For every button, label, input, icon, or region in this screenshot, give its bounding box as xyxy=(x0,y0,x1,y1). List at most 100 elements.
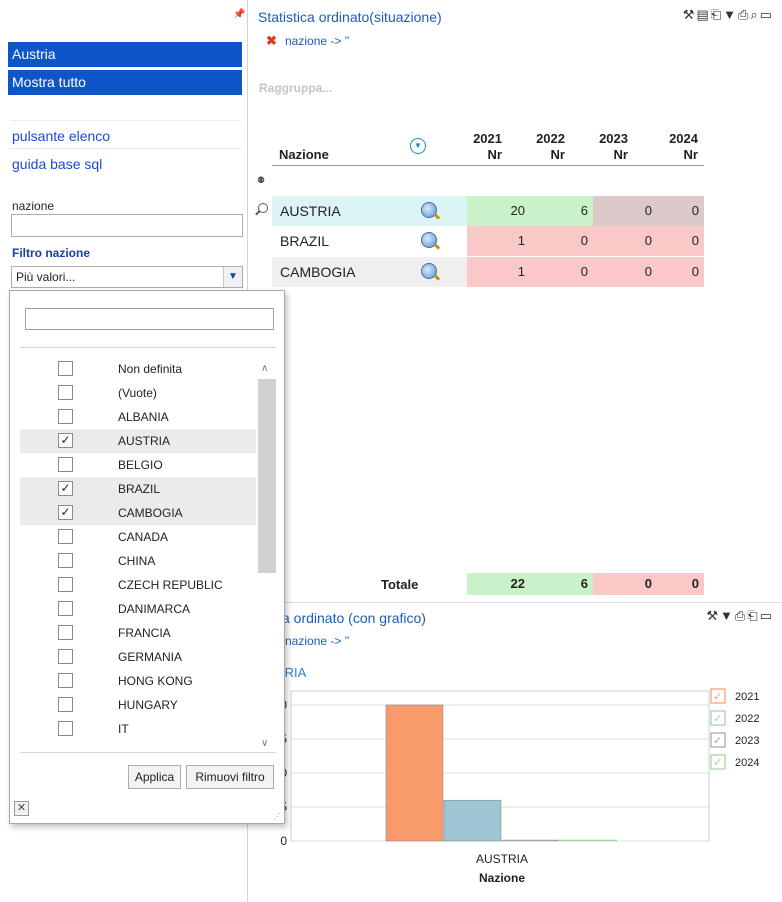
close-icon[interactable]: ✕ xyxy=(14,801,29,816)
filter-tag[interactable]: nazione -> '' xyxy=(285,34,349,48)
chevron-down-icon[interactable]: ▼ xyxy=(223,267,242,287)
scrollbar[interactable]: ∧ ∨ xyxy=(256,357,276,755)
column-header-2022[interactable]: 2022 Nr xyxy=(527,131,565,163)
dropdown-option[interactable]: BELGIO xyxy=(20,453,256,477)
dropdown-option[interactable]: GERMANIA xyxy=(20,645,256,669)
dropdown-option[interactable]: (Vuote) xyxy=(20,381,256,405)
group-by-area[interactable]: Raggruppa... xyxy=(259,81,332,95)
cell-value: 0 xyxy=(530,226,593,256)
tools-icon[interactable]: ⚒ xyxy=(706,608,720,623)
cell-value: 0 xyxy=(593,226,657,256)
remove-filter-button[interactable]: Rimuovi filtro xyxy=(186,765,274,789)
export-icon[interactable]: ⎗ xyxy=(711,7,723,22)
bar-2021[interactable] xyxy=(385,704,444,842)
checkbox[interactable] xyxy=(58,361,73,376)
dropdown-option[interactable]: ALBANIA xyxy=(20,405,256,429)
print-icon[interactable]: ⎙ xyxy=(735,608,747,623)
filter-dropdown-popup: Non definita (Vuote) ALBANIA ✓ AUSTRIA BELGIO… xyxy=(9,290,285,824)
cell-value: 0 xyxy=(593,196,657,226)
dropdown-option-label: (Vuote) xyxy=(118,386,157,400)
checkbox[interactable] xyxy=(58,625,73,640)
dropdown-option[interactable]: IT xyxy=(20,717,256,741)
chevron-up-icon[interactable]: ∧ xyxy=(261,363,268,374)
checkbox[interactable]: ✓ xyxy=(58,481,73,496)
dropdown-option[interactable]: ✓ BRAZIL xyxy=(20,477,256,501)
dropdown-option[interactable]: ✓ AUSTRIA xyxy=(20,429,256,453)
column-header-2024[interactable]: 2024 Nr xyxy=(660,131,698,163)
chevron-down-icon[interactable]: ∨ xyxy=(261,738,268,749)
cell-value: 1 xyxy=(467,226,530,256)
dropdown-option[interactable]: CZECH REPUBLIC xyxy=(20,573,256,597)
checkbox[interactable] xyxy=(58,553,73,568)
cell-value: 1 xyxy=(467,257,530,287)
apply-button[interactable]: Applica xyxy=(128,765,181,789)
checkbox[interactable] xyxy=(58,697,73,712)
cell-value: 0 xyxy=(657,226,704,256)
checkbox[interactable] xyxy=(58,385,73,400)
scrollbar-thumb[interactable] xyxy=(258,379,276,573)
dropdown-search-input[interactable] xyxy=(25,308,274,330)
column-header-2023[interactable]: 2023 Nr xyxy=(590,131,628,163)
checkbox[interactable] xyxy=(58,649,73,664)
maximize-icon[interactable]: ▭ xyxy=(760,7,774,22)
dropdown-option[interactable]: Non definita xyxy=(20,357,256,381)
checkbox[interactable]: ✓ xyxy=(58,433,73,448)
magnifier-icon[interactable] xyxy=(421,263,437,279)
bar-2022[interactable] xyxy=(443,799,502,842)
filtro-nazione-select[interactable]: Più valori... ▼ xyxy=(11,266,243,288)
total-value: 0 xyxy=(657,573,704,595)
maximize-icon[interactable]: ▭ xyxy=(760,608,774,623)
print-icon[interactable]: ⎙ xyxy=(738,7,750,22)
magnifier-icon[interactable] xyxy=(421,202,437,218)
dropdown-option[interactable]: HUNGARY xyxy=(20,693,256,717)
filter-icon[interactable]: ▼ xyxy=(723,7,738,22)
checkbox[interactable] xyxy=(58,577,73,592)
nazione-label: nazione xyxy=(12,199,55,213)
row-search-icon[interactable] xyxy=(258,203,268,213)
remove-filter-icon[interactable]: ✖ xyxy=(266,33,277,49)
checkbox[interactable] xyxy=(58,721,73,736)
divider xyxy=(10,120,242,121)
selection-item-austria[interactable]: Austria xyxy=(8,42,242,67)
dropdown-option-label: HUNGARY xyxy=(118,698,178,712)
tools-icon[interactable]: ⚒ xyxy=(683,7,697,22)
nazione-input[interactable] xyxy=(11,214,243,237)
link-guida-sql[interactable]: guida base sql xyxy=(12,156,102,172)
search-icon[interactable]: ⌕ xyxy=(750,7,759,22)
filtro-nazione-label: Filtro nazione xyxy=(12,246,90,260)
pin-icon[interactable]: 📌 xyxy=(233,9,245,20)
checkbox[interactable] xyxy=(58,601,73,616)
dropdown-option[interactable]: ✓ CAMBOGIA xyxy=(20,501,256,525)
dropdown-option[interactable]: DANIMARCA xyxy=(20,597,256,621)
column-header-nazione[interactable]: Nazione xyxy=(279,147,329,162)
checkbox[interactable] xyxy=(58,457,73,472)
y-tick-label: 0 xyxy=(280,834,287,848)
checkbox[interactable] xyxy=(58,529,73,544)
dropdown-option[interactable]: HONG KONG xyxy=(20,669,256,693)
dropdown-option[interactable]: CHINA xyxy=(20,549,256,573)
dropdown-option[interactable]: CANADA xyxy=(20,525,256,549)
table-row[interactable]: AUSTRIA 20 6 0 0 xyxy=(272,196,704,226)
magnifier-icon[interactable] xyxy=(421,232,437,248)
link-pulsante-elenco[interactable]: pulsante elenco xyxy=(12,128,110,144)
filter-icon[interactable]: ▼ xyxy=(720,608,735,623)
filter-row-icon[interactable]: ⚉ xyxy=(257,175,265,186)
table-row[interactable]: CAMBOGIA 1 0 0 0 xyxy=(272,257,704,287)
resize-grip-icon[interactable]: ⋰ xyxy=(273,812,281,821)
export-icon[interactable]: ⎗ xyxy=(747,608,759,623)
checkbox[interactable] xyxy=(58,673,73,688)
bar-2023[interactable] xyxy=(501,839,560,842)
column-header-2021[interactable]: 2021 Nr xyxy=(464,131,502,163)
column-filter-icon[interactable]: ▼ xyxy=(410,138,426,154)
save-icon[interactable]: ▤ xyxy=(696,7,710,22)
selection-item-show-all[interactable]: Mostra tutto xyxy=(8,70,242,95)
table-row[interactable]: BRAZIL 1 0 0 0 xyxy=(272,226,704,256)
cell-value: 0 xyxy=(530,257,593,287)
checkbox[interactable] xyxy=(58,409,73,424)
bar-2024[interactable] xyxy=(559,839,618,842)
checkbox[interactable]: ✓ xyxy=(58,505,73,520)
dropdown-option-label: Non definita xyxy=(118,362,183,376)
cell-value: 20 xyxy=(467,196,530,226)
filter-tag[interactable]: nazione -> '' xyxy=(285,634,349,648)
dropdown-option[interactable]: FRANCIA xyxy=(20,621,256,645)
